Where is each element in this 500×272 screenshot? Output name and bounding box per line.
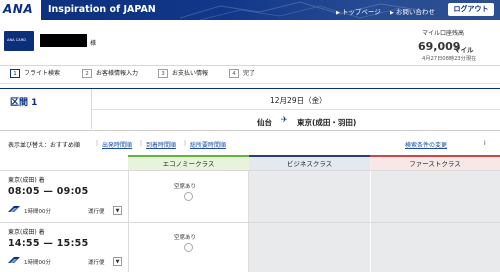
flight-2-times: 14:55 — 15:55 [8, 238, 89, 249]
ana-tail-icon [8, 257, 20, 263]
steps-divider [0, 65, 500, 66]
bullet-icon: ▶ [390, 10, 394, 16]
top-page-label: トップページ [341, 8, 381, 16]
flight-1-arrival-airport: 東京(成田) 着 [8, 177, 45, 184]
step-label: お支払い情報 [172, 70, 209, 77]
flight-1-times: 08:05 — 09:05 [8, 186, 89, 197]
logo-area[interactable]: ANA [0, 0, 41, 20]
flight-1-duration: 1時間00分 [24, 209, 51, 215]
top-page-link[interactable]: ▶ トップページ [336, 6, 381, 16]
origin-city: 仙台 [257, 118, 272, 127]
step-number: 2 [82, 69, 92, 78]
segment-bottom-border [0, 130, 500, 131]
flight-2-notes: 運行便 [88, 260, 105, 266]
business-column [249, 170, 370, 272]
row-divider [0, 222, 500, 223]
flight-2-details-toggle[interactable]: ▼ [113, 257, 122, 266]
chevron-down-icon: ▼ [115, 208, 120, 214]
step-label: お客様情報入力 [96, 70, 139, 77]
tagline: Inspiration of JAPAN [48, 4, 156, 15]
flight-2-economy-availability: 空席あり [174, 235, 197, 241]
ana-tail-icon [8, 206, 20, 212]
info-icon: ⅰ [484, 140, 486, 147]
first-class-header: ファーストクラス [370, 155, 500, 170]
flight-1-notes: 運行便 [88, 209, 105, 215]
flight-2-economy-radio[interactable] [184, 243, 193, 252]
step-passenger-info: 2 お客様情報入力 [82, 69, 138, 79]
ana-card-image: ANA CARD [4, 31, 34, 51]
sort-by-departure-link[interactable]: 出発時間順 [102, 140, 132, 149]
steps-bottom-divider [0, 83, 500, 84]
step-payment-info: 3 お支払い情報 [158, 69, 208, 79]
flight-1-economy-availability: 空席あり [174, 184, 197, 190]
first-column [370, 170, 500, 272]
separator: | [184, 140, 187, 147]
flight-2-duration: 1時間00分 [24, 260, 51, 266]
bullet-icon: ▶ [336, 10, 340, 16]
contact-link[interactable]: ▶ お問い合わせ [390, 6, 435, 16]
top-banner: ANA Inspiration of JAPAN ▶ トップページ ▶ お問い合わせ… [0, 0, 500, 20]
step-complete: 4 完了 [229, 69, 255, 79]
mile-as-of-date: 4月27日08時23分現在 [422, 56, 477, 62]
airplane-icon: ✈ [281, 115, 288, 124]
step-number: 3 [158, 69, 168, 78]
segment-date: 12月29日（金） [270, 96, 327, 105]
contact-label: お問い合わせ [395, 8, 435, 16]
route-divider [92, 109, 500, 110]
mile-balance-label: マイル口座残高 [422, 30, 465, 37]
segment-title: 区間 1 [10, 98, 38, 108]
banner-texture [180, 1, 420, 20]
sort-label: 表示並び替え：おすすめ順 [8, 142, 81, 149]
masked-member-name [40, 34, 87, 47]
business-class-header: ビジネスクラス [249, 155, 370, 170]
sort-by-duration-link[interactable]: 総所要時間順 [190, 140, 226, 149]
step-flight-search: 1 フライト検索 [10, 69, 60, 79]
step-label: フライト検索 [24, 70, 61, 77]
chevron-down-icon: ▼ [115, 259, 120, 265]
flight-1-economy-radio[interactable] [184, 192, 193, 201]
logout-button[interactable]: ログアウト [448, 3, 494, 16]
change-search-link[interactable]: 検索条件の変更 [405, 140, 447, 149]
sort-by-arrival-link[interactable]: 到着時間順 [146, 140, 176, 149]
flight-2-arrival-airport: 東京(成田) 着 [8, 229, 45, 236]
ana-logo: ANA [3, 2, 34, 16]
card-label: ANA CARD [7, 38, 26, 42]
flight-1-details-toggle[interactable]: ▼ [113, 206, 122, 215]
separator: | [96, 140, 99, 147]
separator: | [140, 140, 143, 147]
mile-unit: マイル [454, 46, 474, 54]
step-number: 1 [10, 69, 20, 78]
segment-top-border [0, 88, 500, 89]
row-divider [0, 170, 500, 171]
destination-city: 東京(成田・羽田) [297, 118, 357, 127]
honorific: 様 [90, 40, 97, 47]
step-number: 4 [229, 69, 239, 78]
step-label: 完了 [243, 70, 256, 77]
economy-class-header: エコノミークラス [128, 155, 249, 170]
